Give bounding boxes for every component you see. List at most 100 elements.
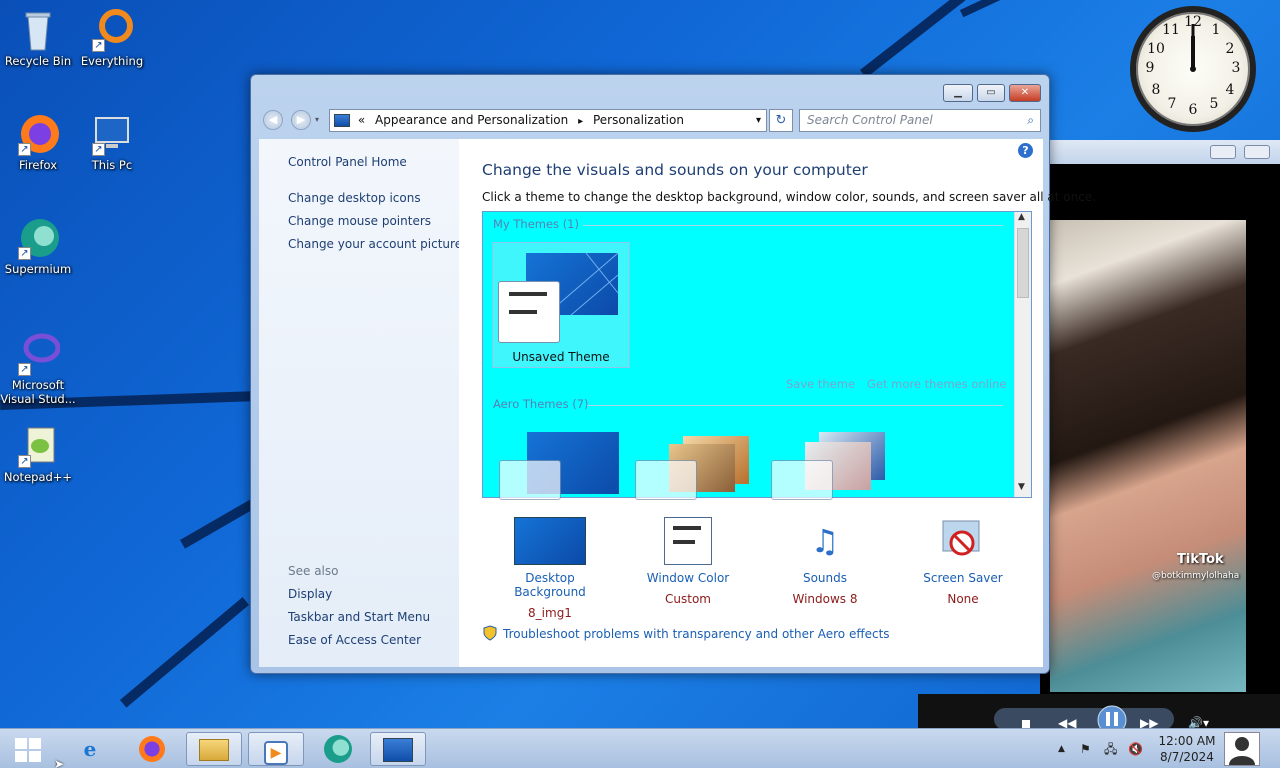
firefox-icon: ↗ xyxy=(16,112,60,156)
clock-number: 6 xyxy=(1188,102,1198,118)
tile-value: 8_img1 xyxy=(528,606,572,620)
user-avatar[interactable] xyxy=(1224,732,1260,766)
show-hidden-icons-button[interactable]: ▲ xyxy=(1058,729,1065,768)
control-panel-home-link[interactable]: Control Panel Home xyxy=(288,155,407,169)
minimize-button[interactable]: ▁ xyxy=(943,84,973,102)
theme-aero-windows[interactable] xyxy=(497,430,621,500)
video-controls[interactable]: ◀◀ ▶▶ 🔊▾ xyxy=(918,694,1280,735)
help-icon[interactable]: ? xyxy=(1018,143,1033,158)
personalization-window[interactable]: ▁ ▭ ✕ ◀ ▶ ▾ « Appearance and Personaliza… xyxy=(250,74,1096,674)
forward-button[interactable]: ▶ xyxy=(291,110,311,130)
supermium-taskbar-icon[interactable] xyxy=(310,732,366,766)
group-divider xyxy=(583,225,1003,226)
breadcrumb-personalization[interactable]: Personalization xyxy=(593,113,684,127)
video-frame xyxy=(1050,220,1246,692)
desktop-icon-this-pc[interactable]: ↗ This Pc xyxy=(74,112,150,172)
change-desktop-icons-link[interactable]: Change desktop icons xyxy=(288,191,421,205)
see-also-heading: See also xyxy=(288,564,339,578)
tile-value: Custom xyxy=(665,592,711,606)
address-bar[interactable]: « Appearance and Personalization ▸ Perso… xyxy=(329,109,767,132)
control-panel-icon xyxy=(334,114,350,127)
breadcrumb-separator-icon[interactable]: ▸ xyxy=(578,116,583,127)
network-icon[interactable]: 🖧 xyxy=(1104,729,1117,768)
sounds-tile[interactable]: ♫ Sounds Windows 8 xyxy=(765,517,885,606)
clock-number: 11 xyxy=(1162,22,1180,38)
action-center-flag-icon[interactable]: ⚑ xyxy=(1080,729,1091,768)
back-button[interactable]: ◀ xyxy=(263,110,283,130)
scroll-up-icon[interactable]: ▲ xyxy=(1018,212,1025,222)
minimize-button[interactable] xyxy=(1210,145,1236,159)
breadcrumb-prefix[interactable]: « xyxy=(358,113,365,127)
theme-unsaved[interactable]: Unsaved Theme xyxy=(492,242,630,368)
desktop-icon-label: Notepad++ xyxy=(3,470,73,484)
supermium-icon: ↗ xyxy=(16,216,60,260)
display-link[interactable]: Display xyxy=(288,587,332,601)
desktop-icon-visual-studio[interactable]: ↗ Microsoft Visual Stud... xyxy=(0,332,76,406)
video-window-titlebar[interactable] xyxy=(1040,140,1280,164)
window-color-icon xyxy=(664,517,712,565)
tile-label: Sounds xyxy=(802,571,848,585)
change-mouse-pointers-link[interactable]: Change mouse pointers xyxy=(288,214,431,228)
window-color-tile[interactable]: Window Color Custom xyxy=(628,517,748,606)
address-dropdown-icon[interactable]: ▾ xyxy=(756,110,761,131)
desktop-icon-label: This Pc xyxy=(91,158,133,172)
desktop-icon-supermium[interactable]: ↗ Supermium xyxy=(0,216,76,276)
theme-list[interactable]: My Themes (1) Unsaved Theme Save theme G… xyxy=(482,211,1032,500)
breadcrumb-appearance[interactable]: Appearance and Personalization xyxy=(375,113,568,127)
scrollbar-thumb[interactable] xyxy=(1017,228,1029,298)
shield-icon xyxy=(482,625,498,641)
tile-label: Window Color xyxy=(646,571,730,585)
page-subtitle: Click a theme to change the desktop back… xyxy=(482,190,1096,204)
clock-number: 9 xyxy=(1145,60,1155,76)
theme-aero-architecture[interactable] xyxy=(633,430,757,500)
theme-list-scrollbar[interactable]: ▲ ▼ xyxy=(1014,212,1031,497)
desktop-icon-label: Supermium xyxy=(4,262,72,276)
theme-aero-nature[interactable] xyxy=(769,430,893,500)
desktop-icon-everything[interactable]: ↗ Everything xyxy=(74,8,150,68)
tile-value: Windows 8 xyxy=(792,592,858,606)
ease-of-access-link[interactable]: Ease of Access Center xyxy=(288,633,421,647)
desktop-icon-recycle-bin[interactable]: Recycle Bin xyxy=(0,8,76,68)
maximize-button[interactable]: ▭ xyxy=(977,84,1005,102)
internet-explorer-icon[interactable]: e xyxy=(62,732,118,766)
desktop-icon-firefox[interactable]: ↗ Firefox xyxy=(0,112,76,172)
clock-number: 8 xyxy=(1151,82,1161,98)
desktop-icon-notepad-plus-plus[interactable]: ↗ Notepad++ xyxy=(0,424,76,484)
control-panel-taskbar-icon[interactable] xyxy=(370,732,426,766)
tile-value: None xyxy=(947,592,979,606)
desktop-background-tile[interactable]: Desktop Background 8_img1 xyxy=(490,517,610,620)
clock-number: 10 xyxy=(1147,41,1165,57)
taskbar-start-menu-link[interactable]: Taskbar and Start Menu xyxy=(288,610,430,624)
firefox-taskbar-icon[interactable] xyxy=(124,732,180,766)
maximize-button[interactable] xyxy=(1244,145,1270,159)
clock-gadget[interactable]: 12 1 2 3 4 5 6 7 8 9 10 11 xyxy=(1130,6,1256,132)
clock-number: 3 xyxy=(1231,60,1241,76)
clock-number: 5 xyxy=(1209,96,1219,112)
refresh-button[interactable]: ↻ xyxy=(769,109,793,132)
scroll-down-icon[interactable]: ▼ xyxy=(1018,482,1025,492)
clock-number: 12 xyxy=(1184,14,1202,30)
pause-icon xyxy=(1097,705,1127,735)
troubleshoot-aero-link[interactable]: Troubleshoot problems with transparency … xyxy=(503,627,890,641)
close-button[interactable]: ✕ xyxy=(1009,84,1041,102)
file-explorer-icon[interactable] xyxy=(186,732,242,766)
tile-label: Desktop Background xyxy=(514,571,586,599)
get-more-themes-link[interactable]: Get more themes online xyxy=(867,377,1006,391)
system-clock[interactable]: 12:00 AM 8/7/2024 xyxy=(1152,729,1222,768)
clock-date: 8/7/2024 xyxy=(1160,750,1214,764)
group-divider xyxy=(587,405,1003,406)
save-theme-link[interactable]: Save theme xyxy=(786,377,855,391)
page-title: Change the visuals and sounds on your co… xyxy=(482,161,868,179)
my-themes-group-label: My Themes (1) xyxy=(493,217,579,231)
desktop-icon-label: Recycle Bin xyxy=(4,54,72,68)
start-button[interactable] xyxy=(0,732,56,766)
recent-pages-dropdown-icon[interactable]: ▾ xyxy=(315,115,319,124)
screen-saver-tile[interactable]: Screen Saver None xyxy=(903,517,1023,606)
video-player-window[interactable] xyxy=(1040,140,1280,730)
media-player-icon[interactable]: ▶ xyxy=(248,732,304,766)
volume-muted-icon[interactable]: 🔇 xyxy=(1128,729,1143,768)
search-input[interactable]: Search Control Panel ⌕ xyxy=(799,109,1041,132)
desktop-wallpaper-streak xyxy=(860,0,1103,78)
change-account-picture-link[interactable]: Change your account picture xyxy=(288,237,462,251)
everything-icon: ↗ xyxy=(90,8,134,52)
